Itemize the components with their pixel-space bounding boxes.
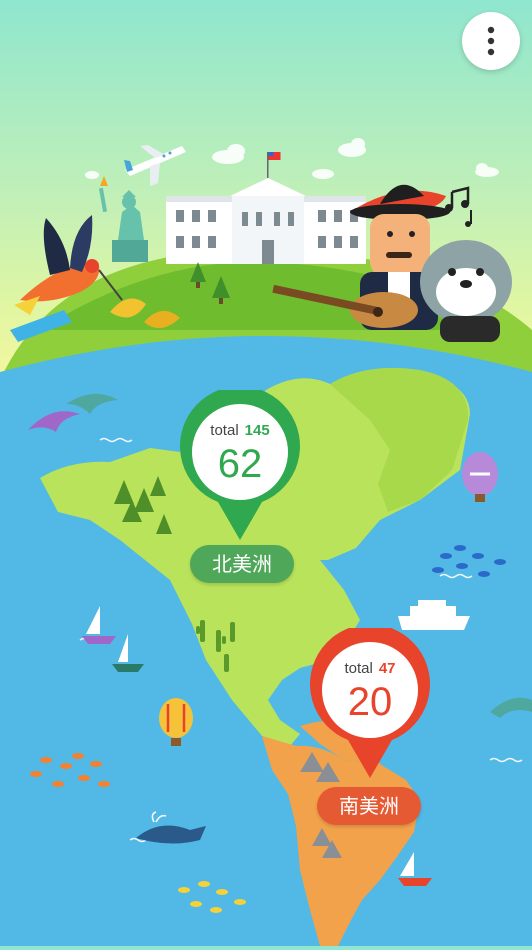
region-label-south-america[interactable]: 南美洲 (317, 787, 421, 825)
pin-count: 20 (347, 680, 393, 724)
pin-total-value: 145 (244, 422, 270, 439)
region-label-north-america[interactable]: 北美洲 (190, 545, 294, 583)
pin-total-text: total 145 (178, 422, 302, 439)
south-america-pin[interactable]: total 47 20 (308, 628, 432, 788)
airplane-icon (124, 145, 186, 186)
more-vertical-icon (487, 26, 495, 56)
music-notes (445, 186, 472, 227)
statue-of-liberty (98, 176, 148, 262)
pin-count: 62 (217, 442, 263, 486)
white-house (166, 152, 366, 264)
clouds (85, 138, 499, 179)
pin-total-value: 47 (378, 660, 396, 677)
north-america-pin[interactable]: total 145 62 (178, 390, 302, 550)
pin-total-text: total 47 (308, 660, 432, 677)
pin-total-label: total (210, 422, 239, 439)
more-options-button[interactable] (462, 12, 520, 70)
pin-total-label: total (344, 660, 373, 677)
